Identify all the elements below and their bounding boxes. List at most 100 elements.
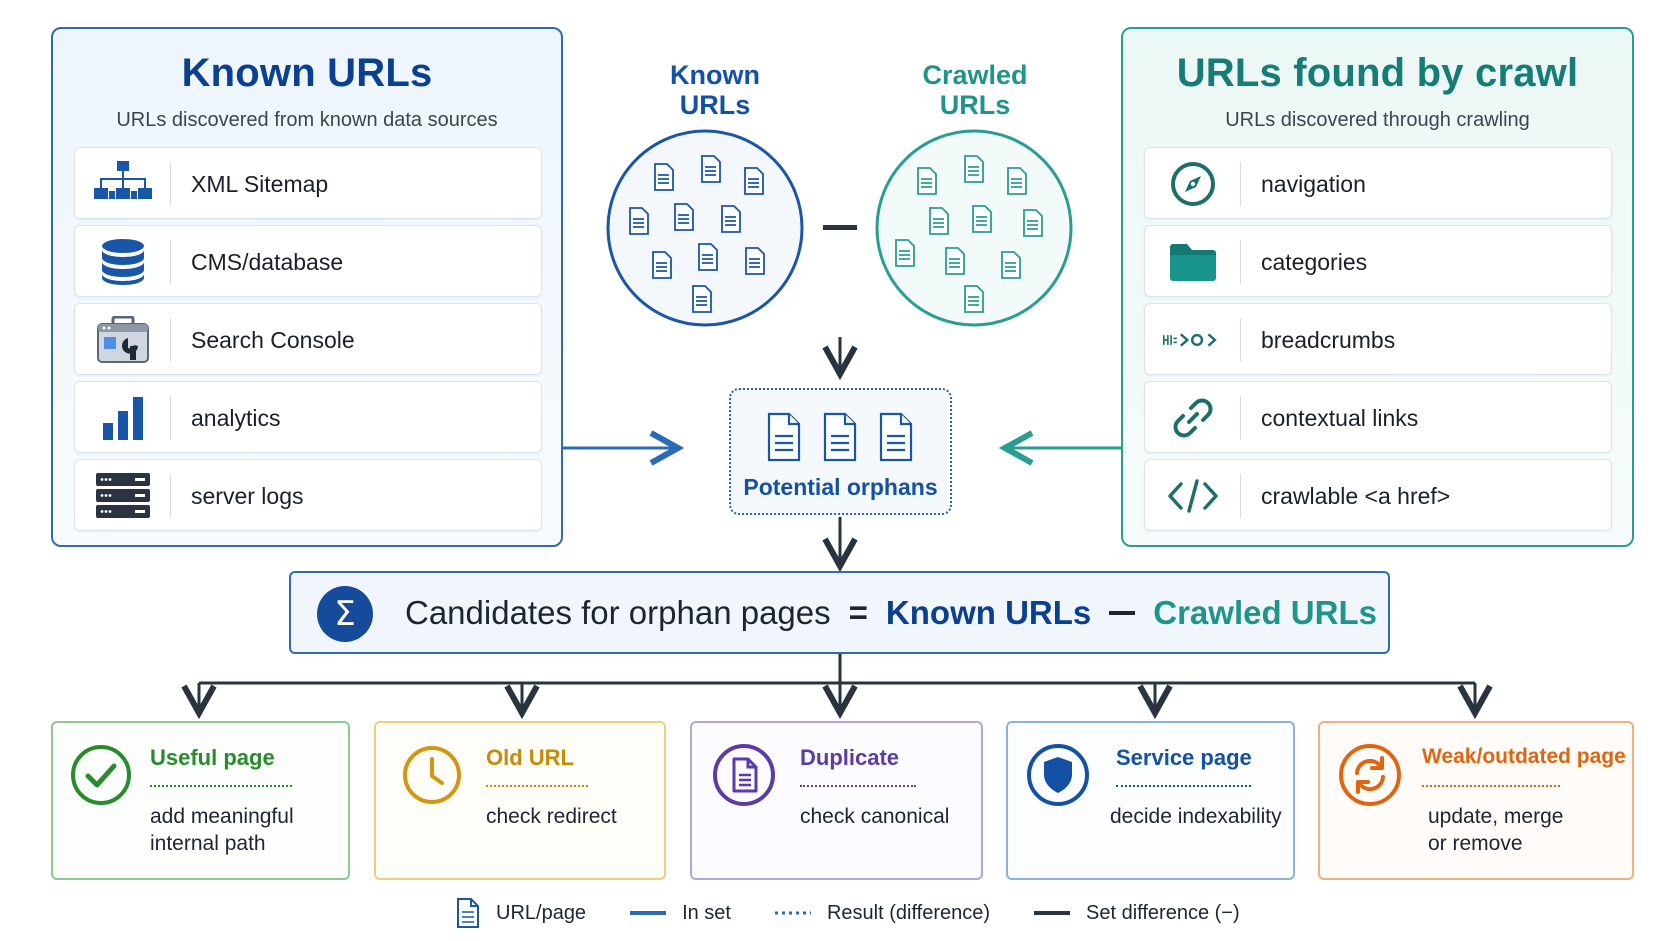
source-label: navigation [1261, 171, 1366, 197]
document-icon [713, 744, 775, 806]
outcome-action: decide indexability [1110, 803, 1282, 830]
row-divider [1240, 396, 1241, 440]
known-urls-set-circle [606, 129, 804, 327]
known-set-label: Known URLs [670, 60, 760, 120]
legend-label: Set difference (−) [1086, 901, 1240, 924]
outcome-action: add meaningful internal path [150, 803, 294, 857]
known-source-analytics: analytics [74, 381, 542, 453]
outcome-action: check redirect [486, 803, 617, 830]
known-source-cms-database: CMS/database [74, 225, 542, 297]
sitemap-icon [93, 158, 153, 210]
formula-minus-icon [1109, 611, 1136, 616]
outcome-action-line: add meaningful [150, 805, 294, 828]
bar-chart-icon [93, 392, 153, 444]
crawl-source-navigation: navigation [1144, 147, 1612, 219]
set-difference-operator [823, 225, 857, 230]
outcome-card-duplicate: Duplicate check canonical [690, 721, 983, 880]
crawl-urls-title: URLs found by crawl [1176, 51, 1579, 95]
known-urls-title: Known URLs [181, 51, 433, 95]
row-divider [1240, 474, 1241, 518]
source-label: CMS/database [191, 249, 344, 275]
outcome-action: update, merge or remove [1428, 803, 1563, 857]
crawled-set-label: Crawled URLs [922, 60, 1028, 120]
legend-label: In set [682, 901, 731, 924]
row-divider [1240, 240, 1241, 284]
outcome-action: check canonical [800, 803, 949, 830]
orphan-documents-icon [767, 412, 913, 462]
formula-equals: = [848, 594, 868, 631]
outcome-card-useful-page: Useful page add meaningful internal path [51, 721, 350, 880]
outcome-card-service-page: Service page decide indexability [1006, 721, 1295, 880]
source-label: server logs [191, 483, 304, 509]
row-divider [170, 318, 171, 362]
shield-icon [1027, 744, 1089, 806]
outcome-divider [486, 785, 588, 787]
crawl-urls-panel: URLs found by crawl URLs discovered thro… [1121, 27, 1634, 547]
refresh-icon [1339, 744, 1401, 806]
sigma-icon: Σ [317, 586, 373, 642]
outcome-action-line: check canonical [800, 805, 950, 828]
formula-known: Known URLs [885, 594, 1092, 631]
code-icon [1163, 470, 1223, 522]
source-label: XML Sitemap [191, 171, 329, 197]
row-divider [170, 162, 171, 206]
breadcrumb-icon [1163, 314, 1223, 366]
outcome-title: Weak/outdated page [1422, 745, 1626, 768]
known-urls-subtitle: URLs discovered from known data sources [116, 109, 498, 131]
outcome-action-line: or remove [1428, 832, 1523, 855]
source-label: Search Console [191, 327, 355, 353]
outcome-action-line: check redirect [486, 805, 617, 828]
known-urls-panel: Known URLs URLs discovered from known da… [51, 27, 563, 547]
server-icon [93, 470, 153, 522]
crawl-urls-subtitle: URLs discovered through crawling [1225, 109, 1530, 131]
row-divider [170, 396, 171, 440]
outcome-action-line: update, merge [1428, 805, 1564, 828]
legend: URL/page In set Result (difference) Set … [456, 895, 1284, 931]
outcome-title: Duplicate [800, 745, 900, 770]
source-label: contextual links [1261, 405, 1419, 431]
outcome-title: Old URL [486, 745, 574, 770]
formula-text: Candidates for orphan pages = Known URLs Cr… [405, 573, 1377, 652]
outcome-divider [150, 785, 292, 787]
outcome-title: Service page [1116, 745, 1252, 770]
compass-icon [1163, 158, 1223, 210]
search-console-icon [93, 314, 153, 366]
crawl-source-crawlable-href: crawlable <a href> [1144, 459, 1612, 531]
link-icon [1163, 392, 1223, 444]
known-source-search-console: Search Console [74, 303, 542, 375]
legend-item-page: URL/page [456, 897, 586, 929]
branch-connector [199, 654, 1475, 685]
crawl-source-contextual-links: contextual links [1144, 381, 1612, 453]
known-source-server-logs: server logs [74, 459, 542, 531]
outcome-divider [1422, 785, 1560, 787]
result-dotted-swatch [774, 911, 811, 915]
legend-item-result: Result (difference) [774, 901, 991, 925]
legend-item-difference: Set difference (−) [1034, 902, 1240, 925]
outcome-action-line: decide indexability [1110, 805, 1282, 828]
outcome-title: Useful page [150, 745, 275, 770]
crawled-urls-set-circle [875, 129, 1073, 327]
outcome-action-line: internal path [150, 832, 266, 855]
crawl-source-breadcrumbs: breadcrumbs [1144, 303, 1612, 375]
source-label: categories [1261, 249, 1368, 275]
outcome-card-weak-page: Weak/outdated page update, merge or remo… [1318, 721, 1634, 880]
crawl-source-categories: categories [1144, 225, 1612, 297]
outcome-divider [1116, 785, 1251, 787]
potential-orphans-box: Potential orphans [729, 388, 952, 515]
legend-item-in-set: In set [630, 902, 731, 925]
potential-orphans-label: Potential orphans [743, 474, 938, 500]
outcome-card-old-url: Old URL check redirect [374, 721, 666, 880]
source-label: analytics [191, 405, 281, 431]
database-icon [93, 236, 153, 288]
difference-line-swatch [1034, 911, 1071, 915]
legend-label: Result (difference) [826, 901, 991, 924]
row-divider [1240, 318, 1241, 362]
clock-icon [403, 746, 461, 804]
in-set-line-swatch [630, 911, 667, 915]
orphan-formula-box: Σ Candidates for orphan pages = Known URLs… [289, 571, 1390, 654]
check-circle-icon [71, 745, 131, 805]
known-source-xml-sitemap: XML Sitemap [74, 147, 542, 219]
row-divider [170, 240, 171, 284]
outcome-divider [800, 785, 916, 787]
formula-crawled: Crawled URLs [1153, 594, 1377, 631]
